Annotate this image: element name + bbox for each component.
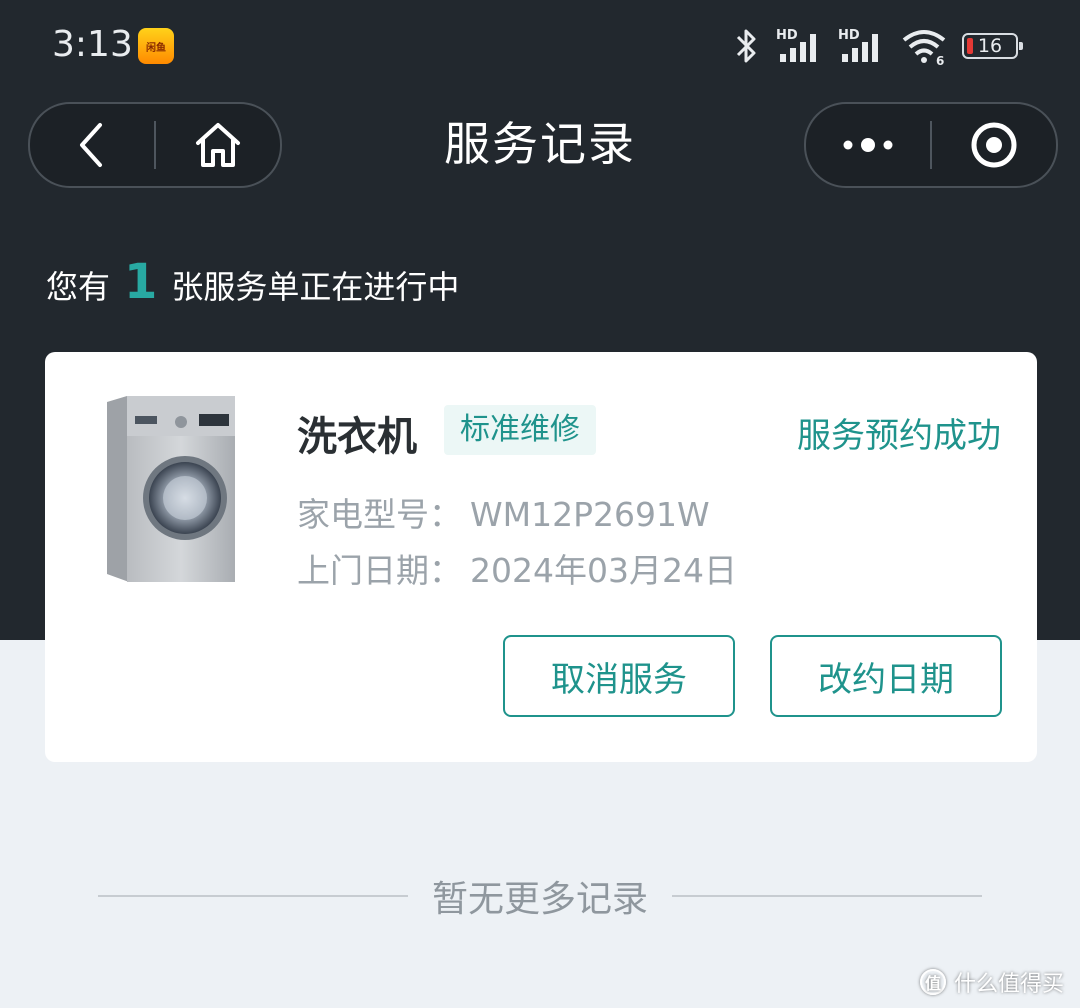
- battery-level: 16: [977, 35, 1003, 57]
- no-more-records-text: 暂无更多记录: [431, 879, 648, 920]
- order-count: 1: [124, 254, 158, 310]
- summary-suffix: 张服务单正在进行中: [171, 268, 460, 306]
- more-icon: [843, 138, 893, 152]
- signal-icon: HD: [776, 28, 816, 62]
- summary-prefix: 您有: [46, 268, 111, 306]
- nav-capsule-right: [804, 102, 1058, 188]
- signal-icon-2: HD: [838, 28, 878, 62]
- bluetooth-icon: [736, 29, 756, 63]
- wifi-icon: 6: [902, 30, 946, 66]
- no-more-records: 暂无更多记录: [0, 870, 1080, 922]
- status-time: 3:13: [52, 24, 133, 65]
- app-notification-icon: 闲鱼: [138, 28, 174, 64]
- watermark-logo-icon: 值: [919, 969, 946, 995]
- visit-date-row: 上门日期： 2024年03月24日: [297, 544, 737, 592]
- model-value: WM12P2691W: [470, 495, 710, 534]
- watermark: 值 什么值得买: [919, 966, 1064, 998]
- service-status: 服务预约成功: [797, 416, 1001, 456]
- order-summary: 您有 1 张服务单正在进行中: [46, 254, 459, 310]
- visit-date-value: 2024年03月24日: [470, 551, 737, 590]
- service-order-card[interactable]: 洗衣机 标准维修 服务预约成功 家电型号： WM12P2691W 上门日期： 202…: [45, 352, 1037, 762]
- model-row: 家电型号： WM12P2691W: [297, 488, 710, 536]
- status-icons: HD HD 6 16: [732, 26, 1023, 66]
- wifi-version-label: 6: [936, 54, 944, 66]
- visit-date-label: 上门日期：: [297, 551, 462, 590]
- record-icon: [971, 122, 1017, 168]
- signal-hd-label: HD: [776, 28, 798, 43]
- battery-icon: 16: [962, 33, 1023, 59]
- close-miniprogram-button[interactable]: [932, 104, 1056, 186]
- watermark-text: 什么值得买: [953, 972, 1064, 997]
- signal-hd-label-2: HD: [838, 28, 860, 43]
- model-label: 家电型号：: [297, 495, 462, 534]
- service-type-tag: 标准维修: [444, 405, 596, 455]
- divider-line: [97, 895, 408, 897]
- cancel-service-button[interactable]: 取消服务: [503, 635, 735, 717]
- washing-machine-image: [107, 396, 235, 582]
- reschedule-button[interactable]: 改约日期: [770, 635, 1002, 717]
- divider-line: [672, 895, 982, 897]
- more-button[interactable]: [806, 104, 930, 186]
- product-name: 洗衣机: [297, 414, 417, 460]
